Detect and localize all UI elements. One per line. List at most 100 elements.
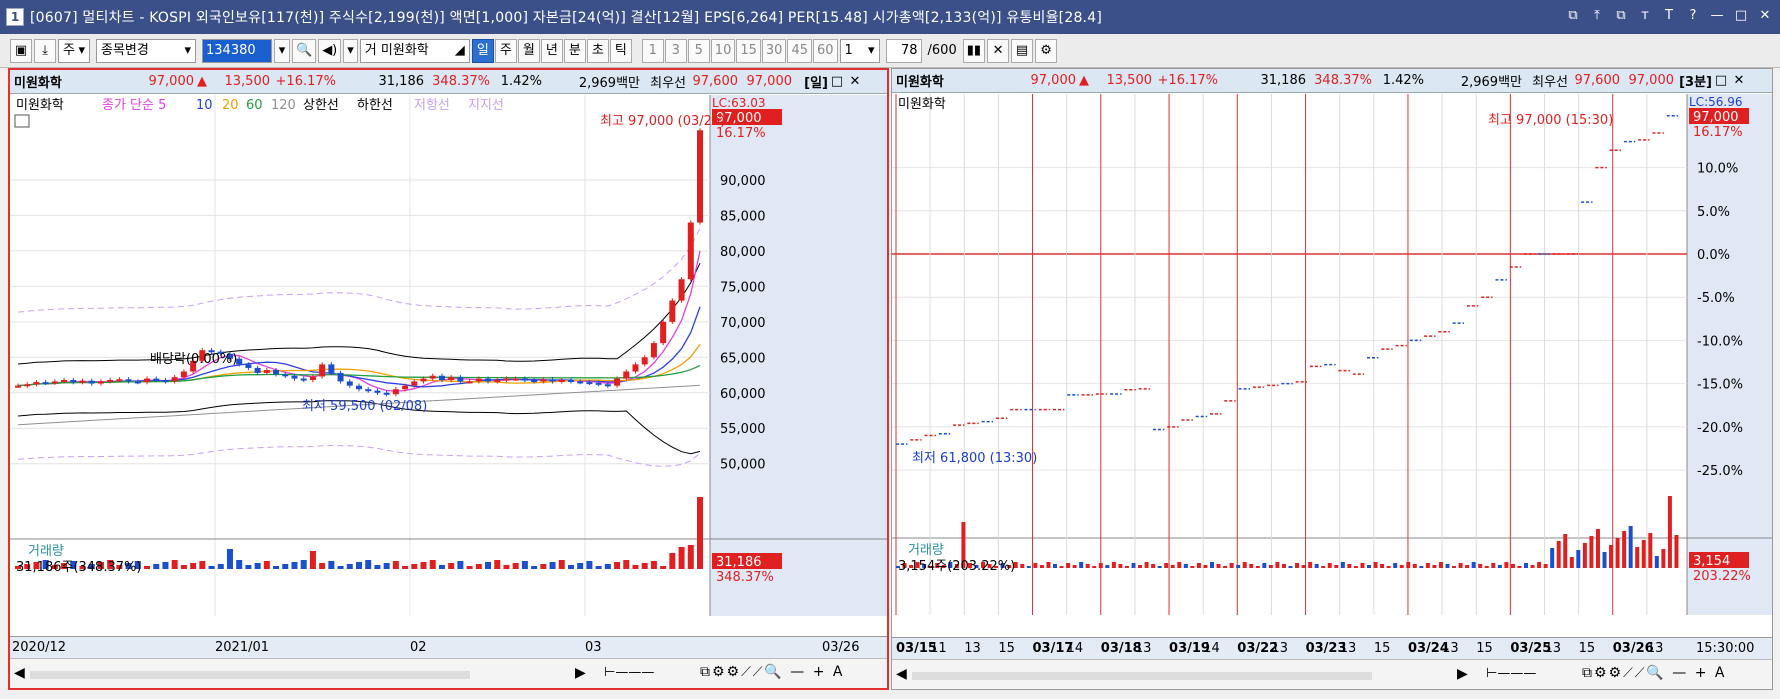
volume-bar bbox=[1517, 566, 1522, 568]
maximize-icon[interactable]: □ bbox=[828, 74, 846, 89]
chart-tools[interactable]: ⧉⚙⚙⟋⟋🔍 — + A bbox=[700, 664, 845, 680]
period-tab[interactable]: 주 bbox=[494, 38, 517, 63]
window-control-button[interactable]: ⤒ bbox=[1588, 7, 1606, 25]
chevron-down-icon[interactable]: ▾ bbox=[343, 38, 358, 63]
daily-date-axis: 03/26 2020/12 2021/01 02 03 bbox=[10, 636, 887, 658]
interval-button[interactable]: 1 bbox=[641, 38, 664, 63]
volume-bar bbox=[1367, 565, 1371, 568]
volume-bar bbox=[641, 563, 648, 569]
volume-bar bbox=[1092, 566, 1097, 568]
window-control-button[interactable]: ᴛ bbox=[1636, 7, 1654, 25]
volume-bar bbox=[1622, 531, 1627, 568]
save-icon[interactable]: ▤ bbox=[1011, 38, 1034, 63]
zoom-slider[interactable]: ⊢——— bbox=[1486, 666, 1536, 681]
volume-bar bbox=[1478, 564, 1483, 568]
volume-bar bbox=[1524, 563, 1528, 568]
trade-amount: 2,969백만 bbox=[578, 76, 640, 91]
candle-body bbox=[134, 381, 141, 384]
scroll-left-icon[interactable]: ◀ bbox=[896, 666, 907, 682]
window-control-button[interactable]: — bbox=[1708, 7, 1726, 25]
candle-body bbox=[595, 382, 602, 385]
kind-select[interactable]: 주 ▾ bbox=[58, 38, 90, 63]
window-control-button[interactable]: ⧉ bbox=[1612, 7, 1630, 25]
volume-value-text: 3,154주(203.22%) bbox=[898, 559, 1015, 574]
kind-select-value: 주 bbox=[63, 42, 75, 58]
candle-body bbox=[162, 380, 169, 383]
period-tab[interactable]: 년 bbox=[540, 38, 563, 63]
interval-button[interactable]: 5 bbox=[687, 38, 710, 63]
interval-button[interactable]: 10 bbox=[710, 38, 736, 63]
period-tab[interactable]: 틱 bbox=[609, 38, 632, 63]
window-control-button[interactable]: □ bbox=[1732, 7, 1750, 25]
volume-bar bbox=[549, 562, 556, 569]
window-control-button[interactable]: ⧉ bbox=[1564, 7, 1582, 25]
close-icon[interactable]: ✕ bbox=[1730, 73, 1748, 88]
scrollbar-track[interactable] bbox=[30, 671, 470, 679]
gear-icon[interactable]: ⚙ bbox=[1035, 38, 1058, 63]
interval-button[interactable]: 45 bbox=[787, 38, 812, 63]
window-control-button[interactable]: T bbox=[1660, 7, 1678, 25]
volume-bar bbox=[190, 563, 197, 569]
stock-name: 미원화학 bbox=[14, 76, 62, 91]
stock-change-select[interactable]: 종목변경 ▾ bbox=[96, 38, 196, 63]
candle-body bbox=[79, 380, 86, 383]
bid-price: 97,000 bbox=[1628, 73, 1675, 88]
volume-bar bbox=[503, 565, 510, 569]
volume-bar bbox=[1151, 564, 1156, 568]
date-end: 03/26 bbox=[822, 640, 860, 655]
volume-bar bbox=[1020, 564, 1025, 568]
scroll-right-icon[interactable]: ▶ bbox=[575, 665, 586, 681]
period-tab[interactable]: 분 bbox=[563, 38, 586, 63]
candle-body bbox=[586, 382, 593, 385]
volume-bar bbox=[1059, 566, 1064, 568]
compare-icon[interactable]: ▮▮ bbox=[962, 38, 986, 63]
crosshair-icon[interactable]: ✕ bbox=[987, 38, 1010, 63]
close-icon[interactable]: ✕ bbox=[846, 74, 864, 89]
period-tab[interactable]: 일 bbox=[471, 38, 494, 63]
maximize-icon[interactable]: □ bbox=[1712, 73, 1730, 88]
volume-bar bbox=[1589, 536, 1594, 568]
volume-bar bbox=[282, 564, 289, 569]
date-axis-label: 15 bbox=[1578, 641, 1596, 656]
minute-chart-plot[interactable]: 10.0% 5.0% 0.0% -5.0% -10.0% -15.0% -20.0% -25.… bbox=[892, 94, 1772, 615]
volume-bar bbox=[448, 563, 455, 569]
volume-bar bbox=[328, 561, 335, 569]
interval-button[interactable]: 60 bbox=[812, 38, 838, 63]
scrollbar-track[interactable] bbox=[912, 672, 1372, 680]
candle-body bbox=[171, 377, 178, 382]
chevron-down-icon[interactable]: ▾ bbox=[274, 38, 290, 63]
layout-icon[interactable]: ▣ bbox=[10, 38, 32, 63]
current-price: 97,000 bbox=[1030, 73, 1077, 88]
low-annotation: 최저 59,500 (02/08) bbox=[302, 399, 427, 414]
period-tab[interactable]: 초 bbox=[586, 38, 609, 63]
volume-bar bbox=[1308, 562, 1313, 568]
zoom-slider[interactable]: ⊢——— bbox=[604, 665, 654, 680]
interval-button[interactable]: 3 bbox=[664, 38, 687, 63]
window-control-button[interactable]: ✕ bbox=[1756, 7, 1774, 25]
interval-button[interactable]: 15 bbox=[736, 38, 761, 63]
scroll-right-icon[interactable]: ▶ bbox=[1457, 666, 1468, 682]
chart-tools[interactable]: ⧉⚙⚙⟋⟋🔍 — + A bbox=[1582, 665, 1727, 681]
candle-body bbox=[494, 380, 501, 383]
pct-tick-label: -5.0% bbox=[1697, 291, 1735, 306]
volume-bar bbox=[669, 553, 676, 569]
stock-name-select[interactable]: 거 미원화학 ◢ bbox=[359, 38, 470, 63]
volume-bar bbox=[485, 562, 492, 569]
volume-bar bbox=[1419, 566, 1424, 568]
daily-chart-plot[interactable]: 90,000 85,000 80,000 75,000 70,000 65,000 60,0… bbox=[10, 95, 887, 616]
scroll-left-icon[interactable]: ◀ bbox=[14, 665, 25, 681]
count-input[interactable]: 78 bbox=[885, 38, 922, 63]
legend-resist: 저항선 bbox=[414, 98, 450, 113]
window-control-button[interactable]: ? bbox=[1684, 7, 1702, 25]
download-icon[interactable]: ⤓ bbox=[34, 38, 56, 63]
interval-select[interactable]: 1 ▾ bbox=[839, 38, 880, 63]
speaker-icon[interactable]: ◀) bbox=[318, 38, 342, 63]
volume-bar bbox=[697, 497, 703, 569]
period-tab[interactable]: 월 bbox=[517, 38, 540, 63]
stock-code-input[interactable]: 134380 bbox=[202, 38, 272, 63]
interval-button[interactable]: 30 bbox=[761, 38, 787, 63]
volume-bar bbox=[1124, 566, 1129, 568]
date-axis-label: 13 bbox=[1544, 641, 1562, 656]
high-annotation: 최고 97,000 (15:30) bbox=[1488, 113, 1613, 128]
search-icon[interactable]: 🔍 bbox=[292, 38, 317, 63]
